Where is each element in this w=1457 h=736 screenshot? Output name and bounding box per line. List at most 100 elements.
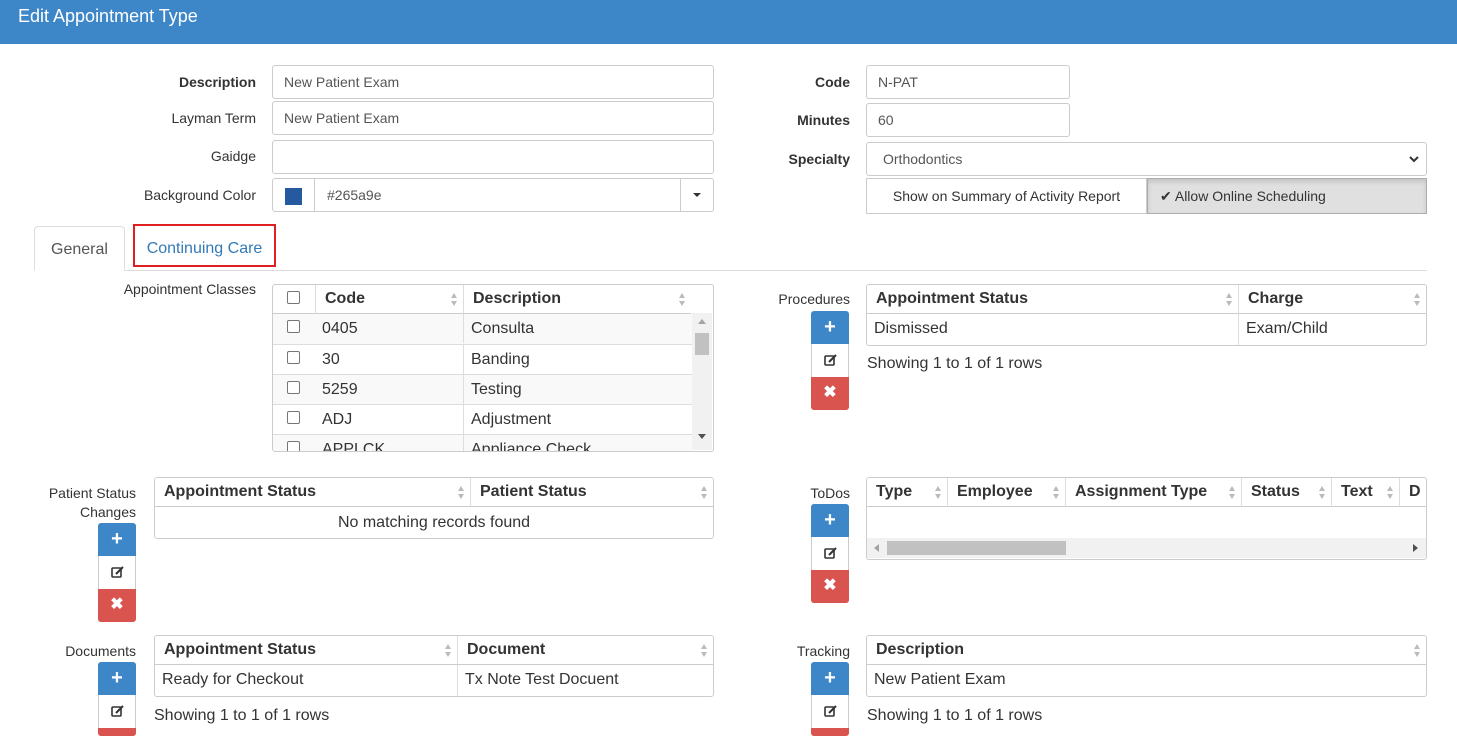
scroll-left-icon[interactable] bbox=[874, 544, 879, 552]
delete-icon: ✖ bbox=[823, 384, 837, 401]
appointment-status-column-header[interactable]: Appointment Status bbox=[155, 636, 457, 665]
table-row[interactable]: 5259 Testing bbox=[273, 375, 692, 405]
color-swatch-box[interactable] bbox=[273, 179, 315, 211]
appointment-status-column-header[interactable]: Appointment Status bbox=[155, 478, 470, 507]
patient-status-label-2: Changes bbox=[79, 504, 136, 520]
color-dropdown-button[interactable] bbox=[680, 179, 713, 211]
procedures-add-button[interactable]: + bbox=[811, 311, 849, 344]
table-row[interactable]: New Patient Exam bbox=[867, 665, 1426, 696]
description-label: Description bbox=[178, 74, 256, 90]
sort-icon bbox=[1414, 293, 1421, 307]
appointment-status-column-header[interactable]: Appointment Status bbox=[867, 285, 1238, 314]
row-checkbox[interactable] bbox=[287, 411, 300, 424]
type-column-header[interactable]: Type bbox=[867, 478, 947, 507]
text-column-header[interactable]: Text bbox=[1331, 478, 1399, 507]
sort-icon bbox=[701, 644, 708, 658]
patient-status-label: Patient Status bbox=[48, 485, 136, 501]
check-icon: ✔ bbox=[1160, 188, 1172, 204]
row-description: Adjustment bbox=[463, 405, 692, 434]
procedures-table: Appointment Status Charge Dismissed Exam… bbox=[866, 284, 1427, 346]
tracking-pagination-info: Showing 1 to 1 of 1 rows bbox=[867, 707, 1043, 724]
charge-column-header[interactable]: Charge bbox=[1238, 285, 1426, 314]
description-input[interactable]: New Patient Exam bbox=[272, 65, 714, 99]
gaidge-input[interactable] bbox=[272, 140, 714, 174]
minutes-label: Minutes bbox=[797, 112, 850, 128]
vertical-scrollbar[interactable] bbox=[692, 313, 712, 450]
documents-pagination-info: Showing 1 to 1 of 1 rows bbox=[154, 707, 330, 724]
table-row[interactable]: APPLCK Appliance Check bbox=[273, 435, 692, 451]
patient-status-edit-button[interactable] bbox=[98, 556, 136, 589]
caret-down-icon bbox=[693, 193, 701, 197]
procedures-edit-button[interactable] bbox=[811, 344, 849, 377]
sort-icon bbox=[1226, 293, 1233, 307]
table-row[interactable]: 30 Banding bbox=[273, 345, 692, 375]
tab-general[interactable]: General bbox=[34, 226, 125, 271]
row-checkbox[interactable] bbox=[287, 441, 300, 451]
tracking-delete-button[interactable] bbox=[811, 728, 849, 736]
tracking-table: Description New Patient Exam bbox=[866, 635, 1427, 697]
row-checkbox[interactable] bbox=[287, 351, 300, 364]
row-status: Ready for Checkout bbox=[162, 671, 304, 688]
patient-status-delete-button[interactable]: ✖ bbox=[98, 589, 136, 622]
table-row[interactable]: Ready for Checkout Tx Note Test Docuent bbox=[155, 665, 713, 696]
row-checkbox[interactable] bbox=[287, 381, 300, 394]
status-column-header[interactable]: Status bbox=[1241, 478, 1331, 507]
code-label: Code bbox=[815, 74, 850, 90]
tab-continuing-care[interactable]: Continuing Care bbox=[133, 224, 276, 267]
documents-delete-button[interactable] bbox=[98, 728, 136, 736]
sort-icon bbox=[1229, 486, 1236, 500]
scroll-right-icon[interactable] bbox=[1413, 544, 1418, 552]
summary-report-toggle[interactable]: Show on Summary of Activity Report bbox=[866, 178, 1147, 214]
sort-icon bbox=[935, 486, 942, 500]
table-row[interactable]: Dismissed Exam/Child bbox=[867, 314, 1426, 345]
procedures-delete-button[interactable]: ✖ bbox=[811, 377, 849, 410]
specialty-select[interactable]: Orthodontics bbox=[866, 142, 1427, 176]
description-column-header[interactable]: Description bbox=[463, 285, 691, 314]
row-description: Consulta bbox=[463, 314, 692, 343]
horizontal-scrollbar[interactable] bbox=[867, 538, 1426, 558]
patient-status-add-button[interactable]: + bbox=[98, 523, 136, 556]
todos-label: ToDos bbox=[810, 485, 850, 501]
patient-status-column-header[interactable]: Patient Status bbox=[470, 478, 713, 507]
delete-icon: ✖ bbox=[110, 596, 124, 613]
assignment-type-column-header[interactable]: Assignment Type bbox=[1065, 478, 1241, 507]
sort-icon bbox=[445, 644, 452, 658]
scroll-thumb[interactable] bbox=[695, 333, 709, 355]
background-color-picker[interactable]: #265a9e bbox=[272, 178, 714, 212]
row-checkbox[interactable] bbox=[287, 320, 300, 333]
scroll-down-icon[interactable] bbox=[698, 434, 706, 439]
scroll-up-icon[interactable] bbox=[698, 319, 706, 324]
description-column-header[interactable]: Description bbox=[867, 636, 1426, 665]
table-row[interactable]: 0405 Consulta bbox=[273, 314, 692, 344]
tracking-add-button[interactable]: + bbox=[811, 662, 849, 695]
specialty-label: Specialty bbox=[788, 151, 850, 167]
dialog-title: Edit Appointment Type bbox=[18, 6, 198, 26]
documents-add-button[interactable]: + bbox=[98, 662, 136, 695]
row-status: Dismissed bbox=[874, 320, 948, 337]
table-row[interactable]: ADJ Adjustment bbox=[273, 405, 692, 435]
select-all-checkbox[interactable] bbox=[287, 291, 300, 304]
d-column-header[interactable]: D bbox=[1399, 478, 1426, 507]
code-input[interactable]: N-PAT bbox=[866, 65, 1070, 99]
edit-icon bbox=[110, 705, 124, 717]
procedures-label: Procedures bbox=[778, 291, 850, 307]
minutes-input[interactable]: 60 bbox=[866, 103, 1070, 137]
color-hex-value[interactable]: #265a9e bbox=[327, 179, 382, 211]
todos-edit-button[interactable] bbox=[811, 537, 849, 570]
procedures-pagination-info: Showing 1 to 1 of 1 rows bbox=[867, 355, 1043, 372]
online-scheduling-toggle[interactable]: ✔ Allow Online Scheduling bbox=[1147, 178, 1427, 214]
tracking-edit-button[interactable] bbox=[811, 695, 849, 728]
todos-add-button[interactable]: + bbox=[811, 504, 849, 537]
row-code: 0405 bbox=[322, 320, 358, 337]
row-code: 30 bbox=[322, 351, 340, 368]
todos-delete-button[interactable]: ✖ bbox=[811, 570, 849, 603]
scroll-thumb[interactable] bbox=[887, 541, 1066, 555]
appointment-classes-table: Code Description 0405 Consulta 30 Banding … bbox=[272, 284, 714, 452]
sort-icon bbox=[1387, 486, 1394, 500]
layman-term-input[interactable]: New Patient Exam bbox=[272, 101, 714, 135]
employee-column-header[interactable]: Employee bbox=[947, 478, 1065, 507]
code-column-header[interactable]: Code bbox=[315, 285, 463, 314]
document-column-header[interactable]: Document bbox=[457, 636, 713, 665]
documents-edit-button[interactable] bbox=[98, 695, 136, 728]
sort-icon bbox=[1319, 486, 1326, 500]
